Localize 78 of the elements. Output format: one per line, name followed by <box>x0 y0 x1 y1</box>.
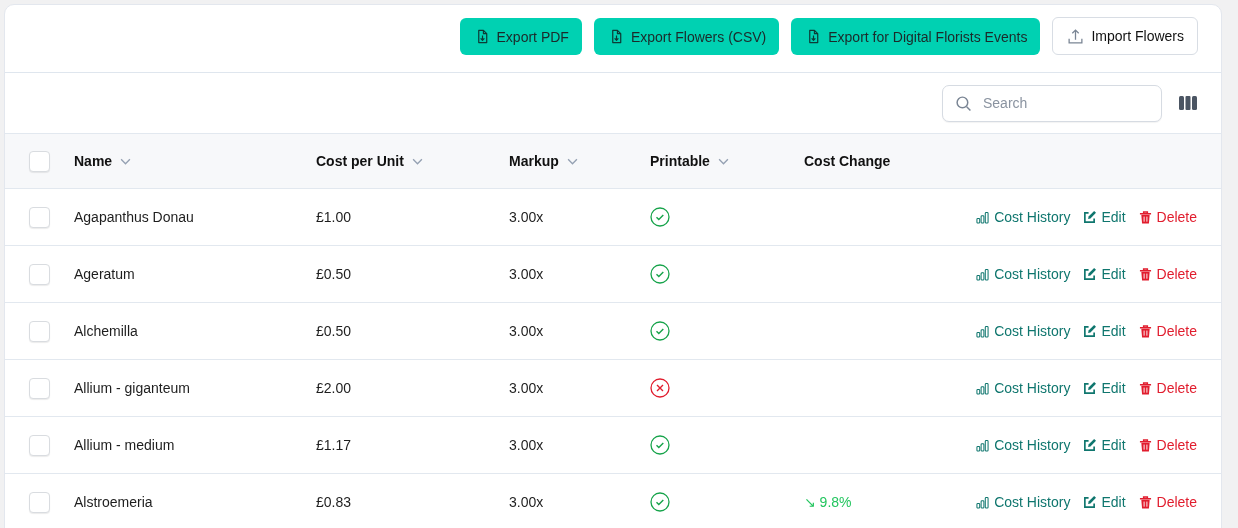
table-cell: Alstroemeria <box>74 494 153 510</box>
import-button[interactable]: Import Flowers <box>1052 17 1198 55</box>
select-all-checkbox[interactable] <box>29 150 50 172</box>
bar-chart-icon <box>976 324 990 338</box>
row-checkbox[interactable] <box>29 377 50 399</box>
table-cell: £0.83 <box>316 494 352 510</box>
cost-history-link[interactable]: Cost History <box>976 323 1071 339</box>
table-cell: Alchemilla <box>74 323 138 339</box>
trash-icon <box>1138 495 1152 509</box>
chevron-down-icon[interactable] <box>566 157 578 165</box>
columns-icon[interactable] <box>1179 96 1197 110</box>
bar-chart-icon <box>976 438 990 452</box>
edit-link[interactable]: Edit <box>1083 323 1126 339</box>
export-button[interactable]: Export Flowers (CSV) <box>593 18 780 55</box>
table-cell: Allium - giganteum <box>74 380 190 396</box>
chevron-down-icon[interactable] <box>717 157 729 165</box>
edit-link[interactable]: Edit <box>1083 209 1126 225</box>
column-header[interactable]: Cost per Unit <box>316 153 404 169</box>
bar-chart-icon <box>976 495 990 509</box>
table-cell: 3.00x <box>509 209 544 225</box>
cost-history-link[interactable]: Cost History <box>976 266 1071 282</box>
edit-link[interactable]: Edit <box>1083 266 1126 282</box>
pencil-square-icon <box>1083 324 1097 338</box>
trash-icon <box>1138 210 1152 224</box>
table-cell: £1.00 <box>316 209 352 225</box>
cost-history-link[interactable]: Cost History <box>976 437 1071 453</box>
bar-chart-icon <box>976 210 990 224</box>
row-checkbox[interactable] <box>29 263 50 285</box>
row-checkbox[interactable] <box>29 320 50 342</box>
table-cell: 3.00x <box>509 323 544 339</box>
cost-change-text: ↘ 9.8% <box>804 494 852 510</box>
export-button[interactable]: Export for Digital Florists Events <box>791 18 1041 55</box>
row-checkbox[interactable] <box>29 434 50 456</box>
delete-link[interactable]: Delete <box>1138 323 1197 339</box>
row-checkbox[interactable] <box>29 491 50 513</box>
table-cell: £1.17 <box>316 437 352 453</box>
chevron-down-icon[interactable] <box>411 157 423 165</box>
pencil-square-icon <box>1083 210 1097 224</box>
pencil-square-icon <box>1083 267 1097 281</box>
delete-link[interactable]: Delete <box>1138 266 1197 282</box>
delete-link[interactable]: Delete <box>1138 437 1197 453</box>
delete-link[interactable]: Delete <box>1138 209 1197 225</box>
table-cell: Agapanthus Donau <box>74 209 194 225</box>
trash-icon <box>1138 267 1152 281</box>
pencil-square-icon <box>1083 438 1097 452</box>
table-cell: Allium - medium <box>74 437 175 453</box>
delete-link[interactable]: Delete <box>1138 494 1197 510</box>
table-cell: 3.00x <box>509 266 544 282</box>
upload-icon <box>1067 27 1085 45</box>
table-cell: 3.00x <box>509 437 544 453</box>
row-checkbox[interactable] <box>29 206 50 228</box>
export-button[interactable]: Export PDF <box>459 18 582 55</box>
table-cell: 3.00x <box>509 494 544 510</box>
delete-link[interactable]: Delete <box>1138 380 1197 396</box>
bar-chart-icon <box>976 267 990 281</box>
table-cell: £0.50 <box>316 266 352 282</box>
chevron-down-icon[interactable] <box>120 157 132 165</box>
cost-history-link[interactable]: Cost History <box>976 209 1071 225</box>
pencil-square-icon <box>1083 381 1097 395</box>
pencil-square-icon <box>1083 495 1097 509</box>
edit-link[interactable]: Edit <box>1083 494 1126 510</box>
trash-icon <box>1138 381 1152 395</box>
table-cell: Ageratum <box>74 266 135 282</box>
trash-icon <box>1138 438 1152 452</box>
search-field[interactable]: Search <box>942 84 1162 122</box>
edit-link[interactable]: Edit <box>1083 437 1126 453</box>
table-cell: £0.50 <box>316 323 352 339</box>
table-cell: 3.00x <box>509 380 544 396</box>
edit-link[interactable]: Edit <box>1083 380 1126 396</box>
cost-history-link[interactable]: Cost History <box>976 380 1071 396</box>
column-header[interactable]: Name <box>74 153 113 169</box>
cost-history-link[interactable]: Cost History <box>976 494 1071 510</box>
table-cell: £2.00 <box>316 380 352 396</box>
column-header[interactable]: Markup <box>509 153 559 169</box>
trash-icon <box>1138 324 1152 338</box>
column-header[interactable]: Printable <box>650 153 710 169</box>
bar-chart-icon <box>976 381 990 395</box>
column-header: Cost Change <box>804 153 891 169</box>
